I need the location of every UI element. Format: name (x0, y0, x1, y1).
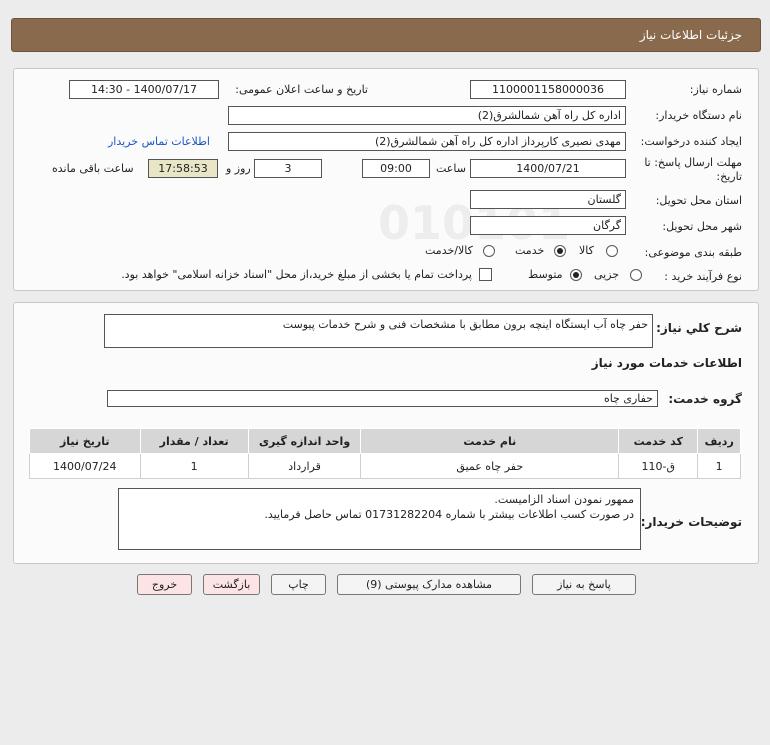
category-service-radio[interactable] (554, 245, 566, 257)
need-number-label: شماره نیاز: (689, 83, 742, 96)
requester-field: مهدی نصیری کارپرداز اداره کل راه آهن شما… (228, 132, 626, 151)
need-number-field: 1100001158000036 (470, 80, 626, 99)
service-group-field: حفاری چاه (107, 390, 658, 407)
days-label: روز و (226, 162, 251, 175)
page-title: جزئیات اطلاعات نیاز (639, 28, 742, 42)
deadline-date-field: 1400/07/21 (470, 159, 626, 178)
cell-service-code: ق-110 (618, 453, 699, 479)
buyer-org-field: اداره کل راه آهن شمالشرق(2) (228, 106, 626, 125)
deadline-time-label: ساعت (436, 162, 466, 175)
summary-label: شرح کلي نياز: (656, 321, 742, 335)
city-field: گرگان (470, 216, 626, 235)
treasury-payment-checkbox[interactable] (479, 268, 492, 281)
process-medium-radio[interactable] (570, 269, 582, 281)
buyer-notes-field: ممهور نمودن اسناد الزامیست. در صورت کسب … (118, 488, 641, 550)
remaining-time-field: 17:58:53 (148, 159, 218, 178)
col-service-name: نام خدمت (360, 428, 620, 454)
col-unit: واحد اندازه گیری (247, 428, 362, 454)
services-info-heading: اطلاعات خدمات مورد نیاز (591, 356, 742, 370)
announce-datetime-label: تاریخ و ساعت اعلان عمومی: (235, 83, 368, 96)
city-label: شهر محل تحویل: (662, 220, 742, 233)
deadline-time-field: 09:00 (362, 159, 430, 178)
category-label: طبقه بندی موضوعی: (644, 246, 742, 259)
province-field: گلستان (470, 190, 626, 209)
category-goods-service-label: کالا/خدمت (425, 244, 473, 257)
process-minor-label: جزیی (594, 268, 620, 281)
services-table-header: ردیف کد خدمت نام خدمت واحد اندازه گیری ت… (29, 428, 741, 454)
process-medium-label: متوسط (528, 268, 563, 281)
service-group-label: گروه خدمت: (668, 392, 742, 406)
province-label: استان محل تحویل: (655, 194, 742, 207)
exit-button[interactable]: خروج (137, 574, 192, 595)
requester-label: ایجاد کننده درخواست: (640, 135, 742, 148)
buyer-notes-label: توضیحات خریدار: (640, 515, 742, 529)
buyer-notes-line-1: ممهور نمودن اسناد الزامیست. (494, 493, 634, 506)
buyer-org-label: نام دستگاه خریدار: (655, 109, 742, 122)
back-button[interactable]: بازگشت (203, 574, 260, 595)
treasury-payment-note: پرداخت تمام یا بخشی از مبلغ خرید،از محل … (121, 268, 472, 281)
cell-unit: قرارداد (247, 453, 362, 479)
category-goods-service-radio[interactable] (483, 245, 495, 257)
col-row: ردیف (697, 428, 741, 454)
category-goods-radio[interactable] (606, 245, 618, 257)
remaining-label: ساعت باقی مانده (52, 162, 134, 175)
print-button[interactable]: چاپ (271, 574, 326, 595)
cell-service-name: حفر چاه عمیق (360, 453, 620, 479)
services-table: ردیف کد خدمت نام خدمت واحد اندازه گیری ت… (29, 428, 741, 479)
announce-datetime-field: 1400/07/17 - 14:30 (69, 80, 219, 99)
process-minor-radio[interactable] (630, 269, 642, 281)
cell-row: 1 (697, 453, 741, 479)
view-attachments-button[interactable]: مشاهده مدارک پیوستی (9) (337, 574, 521, 595)
days-field: 3 (254, 159, 322, 178)
deadline-label: مهلت ارسال پاسخ: تا (644, 156, 742, 169)
page-header: جزئیات اطلاعات نیاز (11, 18, 761, 52)
col-need-date: تاریخ نیاز (29, 428, 141, 454)
category-goods-label: کالا (579, 244, 594, 257)
process-type-label: نوع فرآیند خرید : (664, 270, 742, 283)
table-row: 1 ق-110 حفر چاه عمیق قرارداد 1 1400/07/2… (29, 453, 741, 479)
buyer-notes-line-2: در صورت کسب اطلاعات بیشتر با شماره 01731… (264, 508, 634, 521)
deadline-label-2: تاریخ: (716, 170, 742, 183)
col-quantity: تعداد / مقدار (139, 428, 249, 454)
cell-quantity: 1 (139, 453, 249, 479)
reply-button[interactable]: پاسخ به نیاز (532, 574, 636, 595)
category-service-label: خدمت (515, 244, 545, 257)
col-service-code: کد خدمت (618, 428, 699, 454)
buyer-contact-link[interactable]: اطلاعات تماس خریدار (108, 135, 210, 148)
summary-field: حفر چاه آب ایستگاه اینچه برون مطابق با م… (104, 314, 653, 348)
cell-need-date: 1400/07/24 (29, 453, 141, 479)
